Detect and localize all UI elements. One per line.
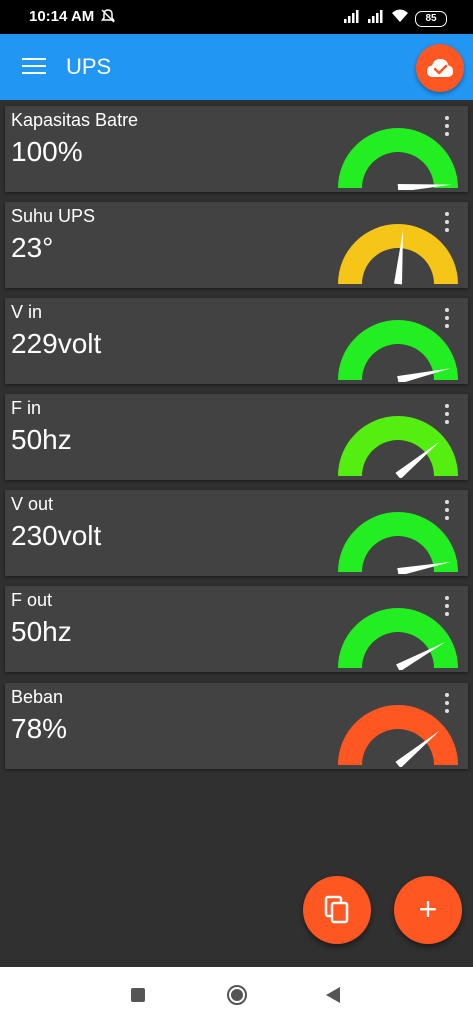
copy-icon <box>324 895 349 924</box>
back-icon[interactable] <box>326 987 340 1003</box>
card-value: 230volt <box>11 520 102 551</box>
signal-icon <box>367 9 385 28</box>
gauge-arc <box>338 512 458 572</box>
gauge-arc <box>338 608 458 668</box>
card-label: F out <box>11 590 53 610</box>
more-vert-icon[interactable] <box>441 500 453 520</box>
gauge-arc <box>338 416 458 476</box>
more-vert-icon[interactable] <box>441 693 453 713</box>
menu-icon[interactable] <box>22 58 46 76</box>
card-suhu-ups[interactable]: Suhu UPS 23° <box>5 202 468 288</box>
card-value: 23° <box>11 232 54 263</box>
cloud-sync-button[interactable] <box>416 44 464 92</box>
card-value: 50hz <box>11 616 72 647</box>
cloud-done-icon <box>427 59 453 77</box>
card-value: 100% <box>11 136 83 167</box>
gauge-arc <box>338 705 458 765</box>
wifi-icon <box>391 9 409 28</box>
card-kapasitas-batre[interactable]: Kapasitas Batre 100% <box>5 106 468 192</box>
recents-icon[interactable] <box>131 988 145 1002</box>
plus-icon: + <box>418 890 438 927</box>
more-vert-icon[interactable] <box>441 116 453 136</box>
copy-button[interactable] <box>303 876 371 944</box>
card-f-out[interactable]: F out 50hz <box>5 586 468 672</box>
bell-off-icon <box>100 8 116 29</box>
battery-icon: 85 <box>415 10 447 27</box>
more-vert-icon[interactable] <box>441 404 453 424</box>
app-bar: UPS <box>0 34 473 100</box>
card-value: 50hz <box>11 424 72 455</box>
card-v-in[interactable]: V in 229volt <box>5 298 468 384</box>
status-time: 10:14 AM <box>29 8 95 25</box>
card-value: 229volt <box>11 328 102 359</box>
card-value: 78% <box>11 713 68 744</box>
status-icons: 85 <box>343 9 447 28</box>
more-vert-icon[interactable] <box>441 212 453 232</box>
more-vert-icon[interactable] <box>441 596 453 616</box>
gauge-arc <box>338 128 458 188</box>
card-label: V out <box>11 494 54 514</box>
card-beban[interactable]: Beban 78% <box>5 683 468 769</box>
card-label: Beban <box>11 687 64 707</box>
home-icon[interactable] <box>227 985 247 1005</box>
more-vert-icon[interactable] <box>441 308 453 328</box>
add-button[interactable]: + <box>394 876 462 944</box>
signal-icon <box>343 9 361 28</box>
system-nav-bar <box>0 967 473 1024</box>
card-label: F in <box>11 398 42 418</box>
card-label: Kapasitas Batre <box>11 110 139 130</box>
status-bar: 10:14 AM 85 <box>0 0 473 34</box>
card-f-in[interactable]: F in 50hz <box>5 394 468 480</box>
page-title: UPS <box>66 54 112 79</box>
card-v-out[interactable]: V out 230volt <box>5 490 468 576</box>
card-label: V in <box>11 302 43 322</box>
card-label: Suhu UPS <box>11 206 96 226</box>
